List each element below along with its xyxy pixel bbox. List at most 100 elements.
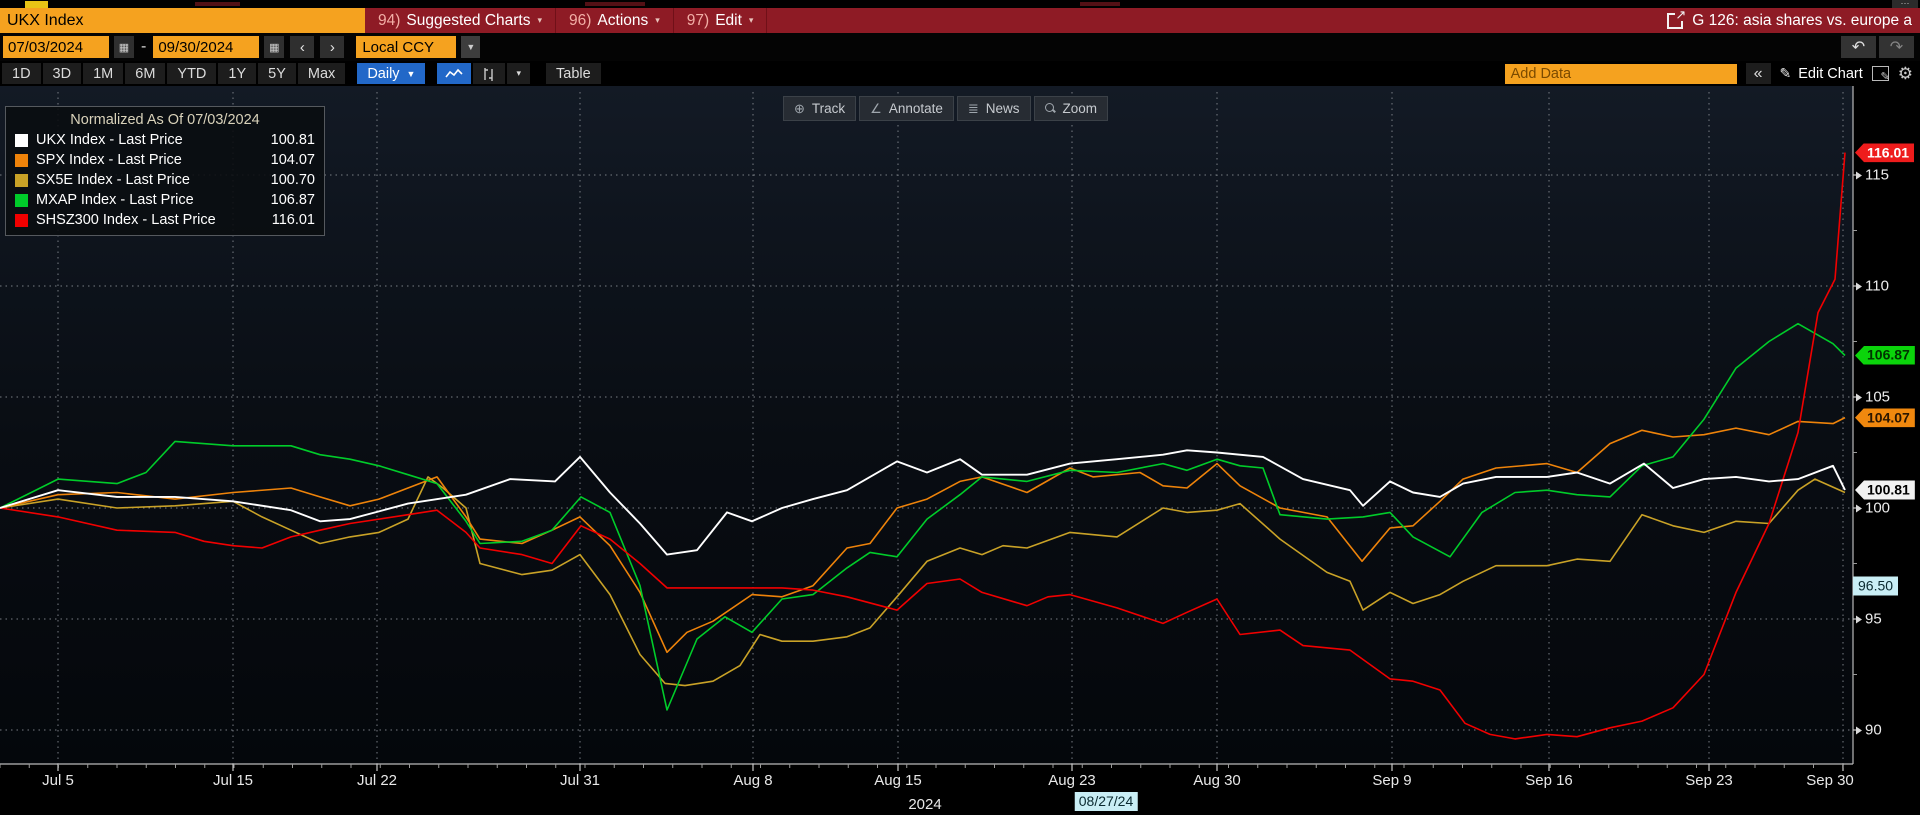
line-chart-type-button[interactable] — [437, 63, 471, 84]
more-options-icon[interactable]: ⋯ — [1892, 0, 1918, 8]
shift-range-back-button[interactable]: ‹ — [290, 36, 314, 58]
range-1m-button[interactable]: 1M — [83, 63, 123, 84]
legend-value: 104.07 — [271, 150, 315, 170]
chart-title: G 126: asia shares vs. europe a — [1692, 12, 1912, 30]
x-axis-year-label: 2024 — [908, 796, 941, 813]
series-line-mxap[interactable] — [0, 324, 1845, 710]
legend-item-ukx[interactable]: UKX Index - Last Price 100.81 — [15, 130, 315, 150]
ohlc-bars-icon — [481, 67, 497, 81]
x-axis-label: Sep 30 — [1806, 772, 1854, 789]
crosshair-icon: ⊕ — [794, 101, 805, 117]
legend-value: 106.87 — [271, 190, 315, 210]
legend-item-mxap[interactable]: MXAP Index - Last Price 106.87 — [15, 190, 315, 210]
legend-item-spx[interactable]: SPX Index - Last Price 104.07 — [15, 150, 315, 170]
annotate-pencil-icon: ∠ — [870, 101, 882, 117]
pencil-icon: ✎ — [1780, 65, 1792, 82]
legend-label: SX5E Index - Last Price — [36, 170, 190, 190]
menu-number: 97) — [687, 12, 709, 30]
menu-label: Actions — [597, 12, 648, 30]
menu-suggested-charts[interactable]: 94) Suggested Charts ▾ — [365, 8, 556, 33]
bar-chart-type-button[interactable] — [473, 63, 505, 84]
annotate-label: Annotate — [889, 101, 943, 116]
legend-value: 100.81 — [271, 130, 315, 150]
chevron-down-icon[interactable]: ▼ — [461, 36, 480, 58]
range-6m-button[interactable]: 6M — [125, 63, 165, 84]
range-ytd-button[interactable]: YTD — [167, 63, 216, 84]
tick-arrow-icon — [1856, 726, 1862, 734]
currency-select[interactable]: Local CCY — [356, 36, 456, 58]
calendar-icon[interactable]: ▦ — [264, 36, 284, 58]
chart-type-dropdown[interactable]: ▾ — [507, 63, 530, 84]
chart-region: ⊕ Track ∠ Annotate ≣ News Zoom Normalize… — [0, 86, 1920, 815]
collapse-panel-button[interactable]: « — [1746, 63, 1771, 84]
legend-item-sx5e[interactable]: SX5E Index - Last Price 100.70 — [15, 170, 315, 190]
edit-chart-button[interactable]: ✎ Edit Chart — [1780, 65, 1863, 82]
track-button[interactable]: ⊕ Track — [783, 96, 856, 121]
gear-icon[interactable]: ⚙ — [1898, 65, 1913, 82]
period-select[interactable]: Daily ▼ — [357, 63, 425, 84]
range-1d-button[interactable]: 1D — [2, 63, 41, 84]
tick-arrow-icon — [1856, 171, 1862, 179]
pop-out-icon[interactable]: ↗ — [1667, 13, 1683, 29]
legend-item-shsz300[interactable]: SHSZ300 Index - Last Price 116.01 — [15, 210, 315, 230]
x-axis-label: Sep 9 — [1372, 772, 1411, 789]
tick-arrow-icon — [1856, 282, 1862, 290]
end-date-input[interactable]: 09/30/2024 — [153, 36, 259, 58]
series-color-chip — [15, 214, 28, 227]
y-axis-label: 115 — [1856, 167, 1889, 184]
shift-range-forward-button[interactable]: › — [320, 36, 344, 58]
chevron-down-icon: ▼ — [407, 69, 416, 79]
range-1y-button[interactable]: 1Y — [218, 63, 256, 84]
x-axis-label: Jul 5 — [42, 772, 74, 789]
x-axis-label: Sep 16 — [1525, 772, 1573, 789]
annotate-button[interactable]: ∠ Annotate — [859, 96, 954, 121]
last-price-badge[interactable]: 96.50 — [1853, 576, 1898, 595]
legend-label: SPX Index - Last Price — [36, 150, 182, 170]
y-axis-label: 100 — [1856, 500, 1890, 517]
table-button[interactable]: Table — [546, 63, 601, 84]
series-line-spx[interactable] — [0, 418, 1845, 653]
chart-toolbar: 1D 3D 1M 6M YTD 1Y 5Y Max Daily ▼ ▾ Tabl… — [0, 61, 1920, 86]
series-line-ukx[interactable] — [0, 450, 1845, 554]
range-max-button[interactable]: Max — [298, 63, 345, 84]
calendar-icon[interactable]: ▦ — [114, 36, 134, 58]
magnifier-icon — [1045, 103, 1056, 114]
start-date-input[interactable]: 07/03/2024 — [3, 36, 109, 58]
period-value: Daily — [367, 66, 399, 82]
y-axis-label: 110 — [1856, 278, 1889, 295]
last-price-badge[interactable]: 100.81 — [1855, 481, 1915, 500]
redo-button[interactable]: ↷ — [1879, 36, 1914, 58]
zoom-button[interactable]: Zoom — [1034, 96, 1109, 121]
security-input[interactable]: UKX Index — [0, 8, 365, 33]
legend-label: MXAP Index - Last Price — [36, 190, 194, 210]
menu-label: Edit — [715, 12, 742, 30]
menu-actions[interactable]: 96) Actions ▾ — [556, 8, 674, 33]
legend-title: Normalized As Of 07/03/2024 — [15, 110, 315, 130]
last-price-badge[interactable]: 116.01 — [1855, 143, 1914, 162]
y-axis-label: 95 — [1856, 611, 1882, 628]
add-data-input[interactable]: Add Data — [1505, 64, 1737, 84]
edit-chart-label: Edit Chart — [1798, 66, 1862, 82]
last-price-badge[interactable]: 106.87 — [1855, 346, 1915, 365]
chevron-down-icon: ▾ — [537, 15, 542, 26]
menu-edit[interactable]: 97) Edit ▾ — [674, 8, 768, 33]
last-price-badge[interactable]: 104.07 — [1855, 408, 1915, 427]
chart-settings-icon[interactable]: ✎ — [1872, 66, 1889, 81]
news-button[interactable]: ≣ News — [957, 96, 1031, 121]
tracker-date-badge[interactable]: 08/27/24 — [1075, 792, 1138, 811]
news-lines-icon: ≣ — [968, 101, 979, 117]
line-chart-icon — [445, 68, 463, 80]
undo-button[interactable]: ↶ — [1841, 36, 1876, 58]
series-color-chip — [15, 174, 28, 187]
legend-label: SHSZ300 Index - Last Price — [36, 210, 216, 230]
x-axis-label: Aug 30 — [1193, 772, 1241, 789]
range-5y-button[interactable]: 5Y — [258, 63, 296, 84]
series-color-chip — [15, 194, 28, 207]
track-label: Track — [812, 101, 845, 116]
legend-label: UKX Index - Last Price — [36, 130, 183, 150]
zoom-label: Zoom — [1063, 101, 1098, 116]
range-3d-button[interactable]: 3D — [43, 63, 82, 84]
range-bar: 07/03/2024 ▦ - 09/30/2024 ▦ ‹ › Local CC… — [0, 33, 1920, 61]
legend-value: 116.01 — [272, 210, 315, 230]
cropped-text-remnant — [585, 2, 645, 6]
